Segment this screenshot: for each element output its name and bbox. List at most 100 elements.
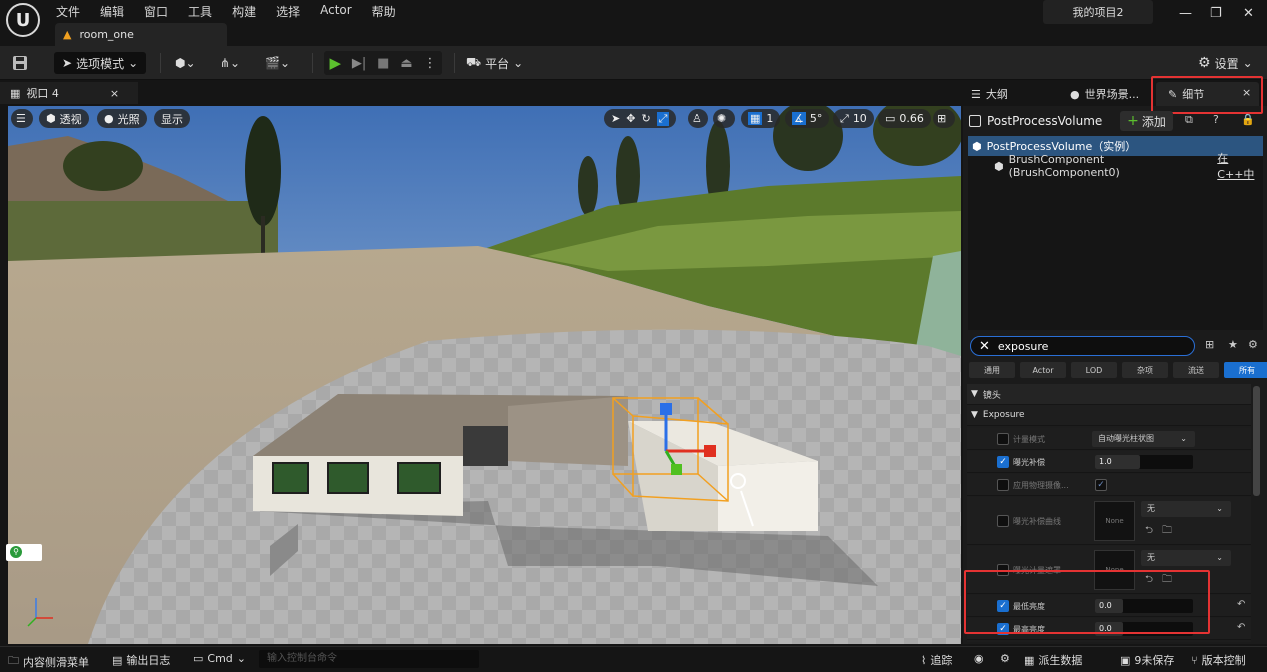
content-drawer-label: 内容侧滑菜单 [23, 655, 89, 669]
filter-lod[interactable]: LOD [1071, 362, 1117, 378]
show-button[interactable]: 显示 [154, 109, 190, 128]
link-badge[interactable]: ⚲ [6, 544, 42, 561]
menu-edit[interactable]: 编辑 [100, 3, 124, 20]
filter-actor[interactable]: Actor [1020, 362, 1066, 378]
override-checkbox[interactable] [997, 433, 1009, 445]
menu-actor[interactable]: Actor [320, 3, 352, 20]
tab-outliner[interactable]: ☰ 大纲 [971, 86, 1008, 102]
perspective-button[interactable]: ⬢ 透视 [39, 109, 89, 128]
cinematics-button[interactable]: 🎬⌄ [265, 52, 290, 74]
blueprint-button[interactable]: ⋔⌄ [220, 52, 240, 74]
level-tab[interactable]: ▲ room_one [55, 23, 227, 46]
record-icon[interactable]: ◉ [974, 652, 984, 665]
minimize-icon[interactable]: — [1179, 6, 1192, 21]
override-checkbox[interactable] [997, 515, 1009, 527]
world-local-button[interactable]: ✺ [713, 109, 735, 128]
add-actor-icon: ⬢⌄ [175, 56, 196, 70]
menu-tools[interactable]: 工具 [188, 3, 212, 20]
menu-select[interactable]: 选择 [276, 3, 300, 20]
menu-window[interactable]: 窗口 [144, 3, 168, 20]
table-view-icon[interactable]: ⊞ [1205, 338, 1214, 351]
angle-snap-value: 5° [809, 112, 823, 125]
maximize-icon[interactable]: ❐ [1210, 6, 1222, 21]
help-icon[interactable]: ? [1213, 113, 1219, 126]
mask-asset-dropdown[interactable]: 无 ⌄ [1141, 550, 1231, 566]
add-actor-button[interactable]: ⬢⌄ [175, 52, 196, 74]
camera-speed-button[interactable]: ▭ 0.66 [878, 109, 931, 128]
search-value: exposure [997, 339, 1049, 353]
lighting-label: 光照 [117, 112, 140, 126]
grid-snap-button[interactable]: ▦ 1 [741, 109, 781, 128]
scene-render [8, 106, 961, 644]
curve-asset-dropdown[interactable]: 无 ⌄ [1141, 501, 1231, 517]
step-icon[interactable]: ▶| [352, 56, 366, 71]
unreal-engine-logo[interactable]: U [6, 3, 40, 37]
source-control-button[interactable]: ⑂ 版本控制 [1191, 652, 1246, 668]
settings-small-icon[interactable]: ⚙ [1000, 652, 1010, 665]
hamburger-icon: ☰ [16, 112, 26, 125]
save-icon[interactable] [12, 52, 28, 74]
browse-asset-icon[interactable]: 🗀 [1162, 523, 1172, 540]
mode-select-button[interactable]: ➤ 选项模式 ⌄ [54, 52, 147, 74]
value-checkbox[interactable]: ✓ [1095, 479, 1107, 491]
filter-all[interactable]: 所有 [1224, 362, 1267, 378]
filter-misc[interactable]: 杂项 [1122, 362, 1168, 378]
derived-data-button[interactable]: ▦ 派生数据 [1024, 652, 1082, 668]
clear-search-icon[interactable]: ✕ [979, 339, 990, 354]
menu-build[interactable]: 构建 [232, 3, 256, 20]
select-cursor-icon[interactable]: ➤ [611, 112, 620, 125]
filter-streaming[interactable]: 流送 [1173, 362, 1219, 378]
trace-button[interactable]: ⌇ 追踪 [921, 652, 952, 668]
filter-general[interactable]: 通用 [969, 362, 1015, 378]
tab-world-settings[interactable]: ● 世界场景... [1070, 86, 1139, 102]
reset-icon[interactable]: ↶ [1237, 622, 1245, 633]
add-component-button[interactable]: + 添加 [1120, 111, 1173, 131]
star-icon[interactable]: ★ [1228, 338, 1238, 351]
lighting-button[interactable]: ● 光照 [97, 109, 147, 128]
tree-row-brush[interactable]: ⬢ BrushComponent (BrushComponent0) 在C++中 [968, 152, 1263, 181]
category-lens[interactable]: ▼ 镜头 [967, 384, 1251, 405]
close-window-icon[interactable]: ✕ [1243, 6, 1254, 21]
surface-snap-button[interactable]: ♙ [688, 109, 708, 128]
output-log-button[interactable]: ▤ 输出日志 [112, 652, 170, 668]
rotate-icon[interactable]: ↻ [641, 112, 650, 125]
search-input[interactable]: ✕ exposure [970, 336, 1195, 356]
play-icon[interactable]: ▶ [329, 54, 341, 72]
scale-icon[interactable]: ⤢ [656, 111, 670, 126]
stop-icon[interactable]: ■ [377, 56, 389, 71]
prop-label: 曝光补偿曲线 [1013, 517, 1061, 526]
scale-snap-button[interactable]: ⤢ 10 [833, 109, 874, 128]
content-drawer-button[interactable]: 🗀 内容侧滑菜单 [8, 652, 89, 671]
override-checkbox[interactable]: ✓ [997, 456, 1009, 468]
menu-help[interactable]: 帮助 [372, 3, 396, 20]
gear-icon[interactable]: ⚙ [1248, 338, 1258, 351]
platform-button[interactable]: ⛟ 平台 ⌄ [466, 52, 523, 74]
viewport-layout-button[interactable]: ⊞ [933, 109, 955, 128]
main-toolbar: ➤ 选项模式 ⌄ ⬢⌄ ⋔⌄ 🎬⌄ ▶ ▶| ■ ⏏ ⋮ ⛟ 平台 ⌄ ⚙ 设置… [0, 46, 1267, 80]
viewport-menu-button[interactable]: ☰ [11, 109, 33, 128]
close-tab-icon[interactable]: × [110, 87, 119, 100]
eject-icon[interactable]: ⏏ [400, 56, 412, 71]
play-options-icon[interactable]: ⋮ [424, 56, 437, 71]
blueprint-icon[interactable]: ⧉ [1185, 113, 1193, 127]
category-exposure[interactable]: ▼ Exposure [967, 405, 1251, 426]
metering-mode-dropdown[interactable]: 自动曝光柱状图 ⌄ [1092, 431, 1195, 447]
property-scrollbar[interactable] [1253, 386, 1260, 496]
use-asset-icon[interactable]: ⮌ [1145, 523, 1153, 540]
level-viewport[interactable]: ☰ ⬢ 透视 ● 光照 显示 ➤ ✥ ↻ ⤢ ♙ ✺ ▦ 1 ∡ 5° ⤢ 10 ▭ 0.6… [8, 106, 961, 644]
tree-row-extra[interactable]: 在C++中 [1217, 150, 1263, 182]
console-input[interactable]: 输入控制台命令 [259, 650, 479, 668]
override-checkbox[interactable] [997, 479, 1009, 491]
angle-snap-button[interactable]: ∡ 5° [785, 109, 830, 128]
settings-button[interactable]: ⚙ 设置 ⌄ [1198, 52, 1253, 74]
move-icon[interactable]: ✥ [626, 112, 635, 125]
exposure-comp-input[interactable]: 1.0 [1095, 455, 1193, 469]
unsaved-button[interactable]: ▣ 9未保存 [1120, 652, 1174, 668]
level-tab-label: room_one [79, 28, 134, 41]
project-name: 我的项目2 [1043, 0, 1153, 24]
reset-icon[interactable]: ↶ [1237, 599, 1245, 610]
menu-file[interactable]: 文件 [56, 3, 80, 20]
cmd-button[interactable]: ▭ Cmd ⌄ [193, 652, 246, 665]
viewport-tab[interactable]: ▦ 视口 4 × [0, 82, 138, 104]
lock-icon[interactable]: 🔒 [1241, 113, 1255, 126]
